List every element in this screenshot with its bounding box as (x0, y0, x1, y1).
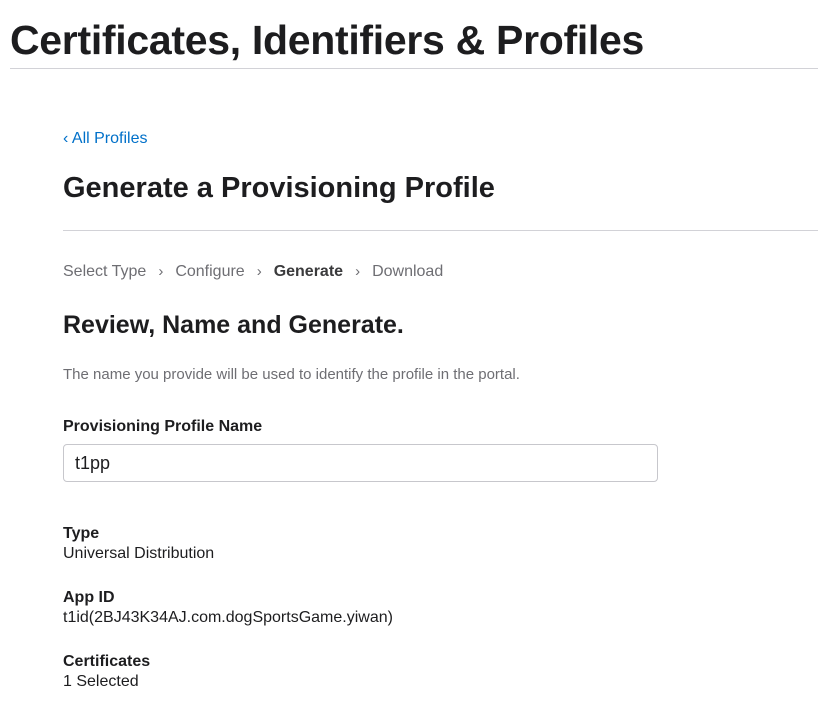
page-heading: Generate a Provisioning Profile (63, 172, 495, 204)
page: Certificates, Identifiers & Profiles ‹ A… (0, 0, 818, 720)
review-hint: The name you provide will be used to ide… (63, 366, 520, 383)
chevron-right-icon: › (256, 263, 262, 280)
header-divider (10, 68, 818, 69)
certificates-value: 1 Selected (63, 673, 139, 690)
section-divider (63, 230, 818, 231)
profile-name-input[interactable] (63, 444, 658, 482)
chevron-right-icon: › (158, 263, 164, 280)
app-id-label: App ID (63, 589, 115, 606)
certificates-label: Certificates (63, 653, 151, 670)
app-id-info: App ID t1id(2BJ43K34AJ.com.dogSportsGame… (63, 588, 393, 628)
type-info: Type Universal Distribution (63, 524, 214, 564)
portal-title: Certificates, Identifiers & Profiles (10, 17, 645, 63)
chevron-right-icon: › (355, 263, 361, 280)
step-generate: Generate (273, 263, 344, 280)
certificates-info: Certificates 1 Selected (63, 652, 150, 692)
step-select-type: Select Type (63, 263, 147, 280)
step-configure: Configure (175, 263, 245, 280)
type-value: Universal Distribution (63, 545, 215, 562)
profile-name-label: Provisioning Profile Name (63, 418, 263, 435)
review-heading: Review, Name and Generate. (63, 311, 404, 339)
type-label: Type (63, 525, 100, 542)
step-download: Download (372, 263, 444, 280)
all-profiles-link[interactable]: ‹ All Profiles (63, 129, 147, 149)
wizard-steps: Select Type › Configure › Generate › Dow… (63, 262, 443, 282)
app-id-value: t1id(2BJ43K34AJ.com.dogSportsGame.yiwan) (63, 609, 393, 626)
